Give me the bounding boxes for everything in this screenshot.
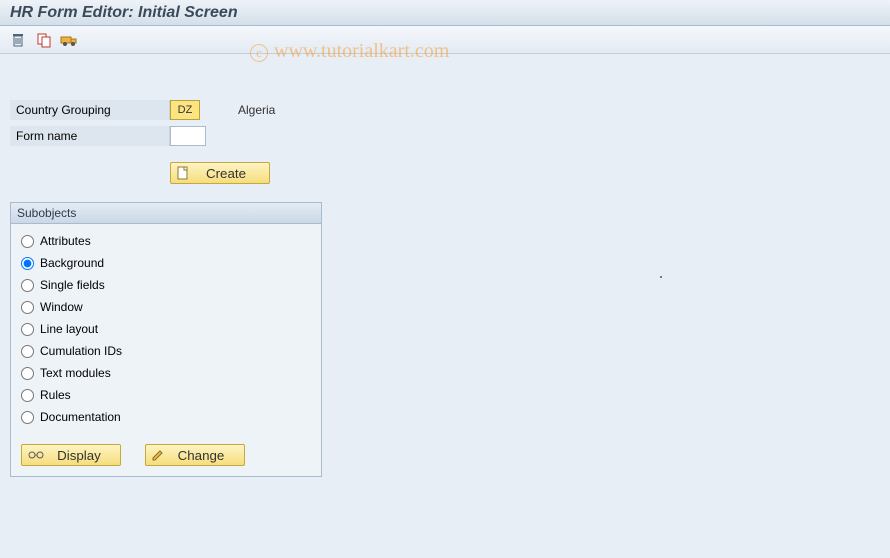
subobject-radio[interactable]: [21, 367, 34, 380]
subobject-option[interactable]: Line layout: [21, 318, 311, 340]
subobject-option[interactable]: Documentation: [21, 406, 311, 428]
subobject-radio[interactable]: [21, 235, 34, 248]
caret-indicator: [660, 276, 662, 278]
subobject-option[interactable]: Single fields: [21, 274, 311, 296]
copy-icon[interactable]: [34, 30, 54, 50]
subobject-option[interactable]: Cumulation IDs: [21, 340, 311, 362]
country-grouping-input[interactable]: [170, 100, 200, 120]
subobject-label: Window: [40, 300, 83, 314]
subobject-radio[interactable]: [21, 411, 34, 424]
subobjects-group: Subobjects Attributes Background Single fi…: [10, 202, 322, 477]
subobject-option[interactable]: Background: [21, 252, 311, 274]
subobject-label: Text modules: [40, 366, 111, 380]
create-button[interactable]: Create: [170, 162, 270, 184]
subobject-radio[interactable]: [21, 323, 34, 336]
subobject-option[interactable]: Attributes: [21, 230, 311, 252]
subobject-label: Documentation: [40, 410, 121, 424]
page-title: HR Form Editor: Initial Screen: [0, 0, 890, 26]
content-area: Country Grouping Algeria Form name Creat…: [0, 54, 890, 487]
subobject-option[interactable]: Text modules: [21, 362, 311, 384]
country-grouping-name: Algeria: [238, 103, 275, 117]
display-button-label: Display: [50, 448, 108, 463]
subobject-label: Background: [40, 256, 104, 270]
subobject-option[interactable]: Window: [21, 296, 311, 318]
subobject-label: Rules: [40, 388, 71, 402]
create-button-label: Create: [195, 166, 257, 181]
change-button-label: Change: [170, 448, 232, 463]
subobject-label: Single fields: [40, 278, 105, 292]
transport-icon[interactable]: [60, 30, 80, 50]
subobject-label: Cumulation IDs: [40, 344, 122, 358]
form-name-input[interactable]: [170, 126, 206, 146]
delete-icon[interactable]: [8, 30, 28, 50]
country-grouping-label: Country Grouping: [10, 100, 170, 120]
subobject-label: Line layout: [40, 322, 98, 336]
subobject-radio[interactable]: [21, 279, 34, 292]
subobjects-title: Subobjects: [11, 203, 321, 224]
subobject-radio[interactable]: [21, 345, 34, 358]
glasses-icon: [28, 450, 44, 460]
document-icon: [177, 166, 189, 180]
form-name-label: Form name: [10, 126, 170, 146]
display-button[interactable]: Display: [21, 444, 121, 466]
subobject-radio[interactable]: [21, 389, 34, 402]
subobject-radio[interactable]: [21, 301, 34, 314]
subobject-option[interactable]: Rules: [21, 384, 311, 406]
subobject-label: Attributes: [40, 234, 91, 248]
app-toolbar: [0, 26, 890, 54]
change-button[interactable]: Change: [145, 444, 245, 466]
pencil-icon: [152, 449, 164, 461]
subobject-radio[interactable]: [21, 257, 34, 270]
